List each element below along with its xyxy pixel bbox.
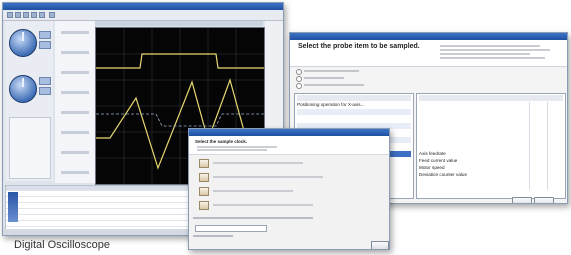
clock-heading: Select the sample clock. <box>195 139 248 144</box>
list-item[interactable]: Positioning operation for X-axis... <box>297 102 411 108</box>
next-button[interactable] <box>371 241 389 249</box>
probe-titlebar <box>290 33 567 40</box>
scope-header <box>95 21 263 26</box>
clock-option-icon[interactable] <box>199 159 209 168</box>
channel-button[interactable] <box>39 87 51 95</box>
oscilloscope-titlebar <box>3 3 283 10</box>
channel-button[interactable] <box>39 31 51 39</box>
clock-option-icon[interactable] <box>199 173 209 182</box>
ok-button[interactable] <box>512 197 532 203</box>
sample-clock-window: Select the sample clock. <box>188 128 390 250</box>
toolbar-button[interactable] <box>23 12 29 18</box>
clock-field[interactable] <box>195 225 267 232</box>
time-dial[interactable] <box>9 29 37 57</box>
toolbar-button[interactable] <box>31 12 37 18</box>
oscilloscope-toolbar <box>3 10 283 21</box>
channel-button[interactable] <box>39 77 51 85</box>
probe-header: Select the probe item to be sampled. <box>290 40 567 67</box>
clock-option-icon[interactable] <box>199 201 209 210</box>
toolbar-button[interactable] <box>49 12 55 18</box>
probe-item-list[interactable]: Axis feedrate Feed current value Motor s… <box>416 93 566 199</box>
control-panel <box>5 21 53 181</box>
probe-heading: Select the probe item to be sampled. <box>298 43 420 50</box>
radio-option[interactable] <box>296 69 302 75</box>
voltage-dial[interactable] <box>9 75 37 103</box>
toolbar-button[interactable] <box>7 12 13 18</box>
clock-titlebar <box>189 129 389 136</box>
value-ruler <box>55 21 96 183</box>
cancel-button[interactable] <box>534 197 554 203</box>
clock-option-icon[interactable] <box>199 187 209 196</box>
toolbar-button[interactable] <box>15 12 21 18</box>
channel-color-key <box>8 192 18 222</box>
channel-button[interactable] <box>39 41 51 49</box>
caption: Digital Oscilloscope <box>14 239 110 251</box>
radio-option[interactable] <box>296 83 302 89</box>
channel-settings <box>9 117 51 179</box>
clock-header: Select the sample clock. <box>189 136 389 155</box>
radio-option[interactable] <box>296 76 302 82</box>
toolbar-button[interactable] <box>39 12 45 18</box>
